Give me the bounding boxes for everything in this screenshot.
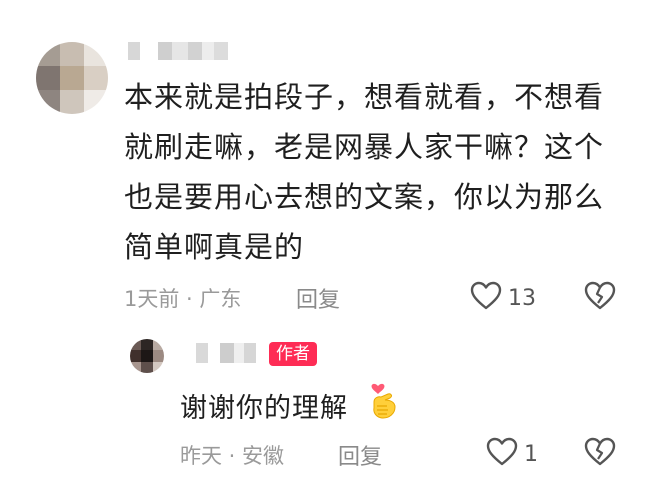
reply-text: 谢谢你的理解: [180, 393, 348, 424]
username[interactable]: [128, 42, 228, 60]
broken-heart-icon[interactable]: [584, 437, 616, 471]
heart-outline-icon: [486, 437, 518, 471]
author-badge: 作者: [269, 342, 317, 366]
comment-meta: 1天前 · 广东: [124, 287, 242, 311]
comment-text: 本来就是拍段子，想看就看，不想看就刷走嘛，老是网暴人家干嘛？这个也是要用心去想的…: [124, 80, 605, 264]
finger-heart-emoji-icon: [368, 380, 398, 424]
reply-meta: 昨天 · 安徽: [180, 444, 285, 468]
heart-outline-icon: [470, 281, 502, 315]
reply-username[interactable]: [186, 343, 266, 363]
reply-button[interactable]: 回复: [296, 282, 340, 314]
avatar[interactable]: [36, 42, 108, 114]
like-button[interactable]: 13: [470, 281, 536, 315]
reply-avatar[interactable]: [130, 339, 164, 373]
comment-thread: 本来就是拍段子，想看就看，不想看就刷走嘛，老是网暴人家干嘛？这个也是要用心去想的…: [0, 0, 650, 486]
reply-like-button[interactable]: 1: [486, 437, 538, 471]
broken-heart-icon[interactable]: [584, 281, 616, 315]
like-count: 1: [524, 441, 538, 467]
like-count: 13: [508, 285, 536, 311]
reply-reply-button[interactable]: 回复: [338, 439, 382, 471]
